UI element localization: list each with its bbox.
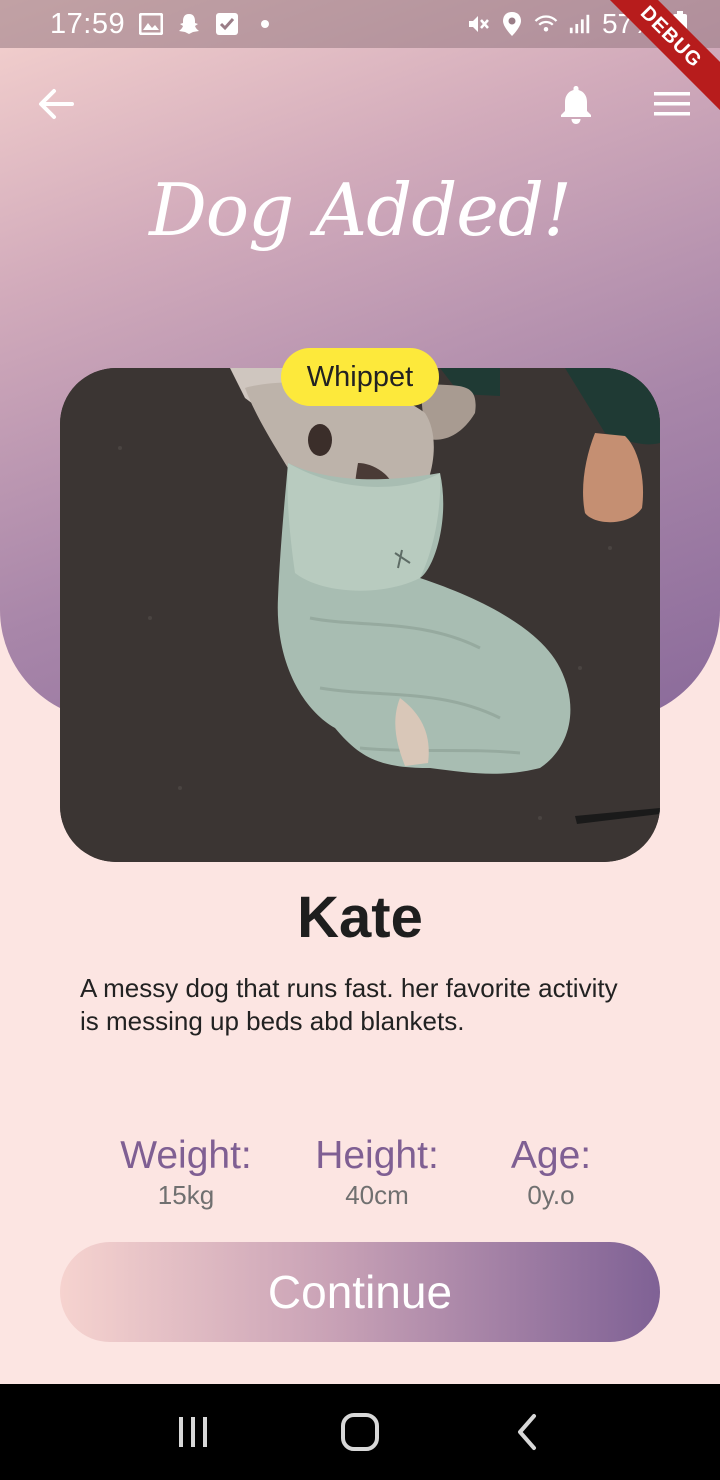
checkbox-icon [215, 12, 239, 36]
chevron-left-icon [517, 1414, 536, 1450]
status-bar: 17:59 57% [0, 0, 720, 48]
weight-value: 15kg [157, 1180, 215, 1210]
dog-name: Kate [297, 885, 423, 950]
stat-age: Age: 0y.o [494, 1134, 608, 1211]
recent-apps-icon [179, 1417, 208, 1447]
back-button[interactable] [34, 82, 78, 126]
menu-button[interactable] [650, 86, 694, 122]
mute-icon [466, 12, 490, 36]
stat-height: Height: 40cm [306, 1134, 448, 1211]
dot-icon [253, 12, 277, 36]
height-value: 40cm [345, 1180, 409, 1210]
status-time: 17:59 [50, 7, 126, 40]
breed-badge: Whippet [281, 348, 439, 406]
menu-icon [654, 92, 690, 116]
continue-button[interactable]: Continue [60, 1242, 660, 1342]
dog-photo [60, 368, 660, 862]
signal-icon [568, 12, 592, 36]
gallery-icon [139, 12, 164, 36]
bell-icon [561, 86, 591, 124]
stat-weight: Weight: 15kg [110, 1134, 262, 1211]
age-label: Age: [510, 1134, 592, 1177]
height-label: Height: [315, 1134, 439, 1177]
wifi-icon [534, 12, 558, 36]
system-nav-bar [0, 1384, 720, 1480]
page-title: Dog Added! [149, 168, 572, 252]
home-icon [340, 1413, 379, 1451]
notifications-button[interactable] [554, 82, 598, 126]
recent-apps-button[interactable] [163, 1402, 223, 1462]
age-value: 0y.o [527, 1180, 575, 1210]
home-button[interactable] [330, 1402, 390, 1462]
dog-description: A messy dog that runs fast. her favorite… [80, 973, 618, 1036]
location-icon [500, 12, 524, 36]
weight-label: Weight: [120, 1134, 252, 1177]
status-left: 17:59 [50, 8, 277, 41]
back-arrow-icon [39, 89, 74, 119]
system-back-button[interactable] [497, 1402, 557, 1462]
snapchat-icon [177, 12, 201, 36]
